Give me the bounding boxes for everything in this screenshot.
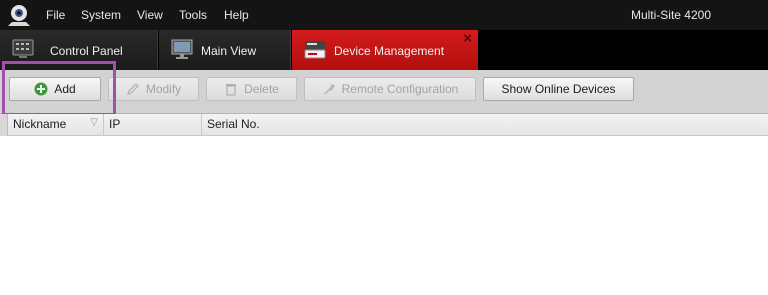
menu-help[interactable]: Help bbox=[224, 8, 249, 22]
control-panel-icon bbox=[12, 39, 34, 58]
delete-button[interactable]: Delete bbox=[206, 77, 297, 101]
menu-system[interactable]: System bbox=[81, 8, 121, 22]
tab-label: Device Management bbox=[334, 44, 445, 58]
add-button[interactable]: Add bbox=[9, 77, 101, 101]
add-icon bbox=[34, 82, 48, 96]
menu-tools[interactable]: Tools bbox=[179, 8, 207, 22]
webcam-logo-icon bbox=[8, 5, 30, 26]
tab-label: Main View bbox=[201, 44, 257, 58]
sort-icon: ▽ bbox=[90, 117, 98, 128]
remote-configuration-button[interactable]: Remote Configuration bbox=[304, 77, 476, 101]
column-serial-no[interactable]: Serial No. bbox=[202, 114, 768, 135]
tab-device-management[interactable]: Device Management × bbox=[292, 30, 478, 70]
modify-button-label: Modify bbox=[145, 82, 182, 96]
remote-configuration-label: Remote Configuration bbox=[341, 82, 459, 96]
column-nickname[interactable]: Nickname ▽ bbox=[8, 114, 104, 135]
wrench-icon bbox=[324, 84, 335, 95]
delete-button-label: Delete bbox=[244, 82, 279, 96]
menu-view[interactable]: View bbox=[137, 8, 163, 22]
add-button-label: Add bbox=[54, 82, 76, 96]
modify-button[interactable]: Modify bbox=[108, 77, 199, 101]
menu-bar: File System View Tools Help Multi-Site 4… bbox=[0, 0, 768, 30]
pencil-icon bbox=[126, 83, 139, 95]
monitor-icon bbox=[171, 39, 193, 59]
tab-main-view[interactable]: Main View bbox=[159, 30, 291, 70]
show-online-devices-button[interactable]: Show Online Devices bbox=[483, 77, 634, 101]
product-name: Multi-Site 4200 bbox=[630, 8, 711, 22]
column-ip[interactable]: IP bbox=[104, 114, 202, 135]
tab-label: Control Panel bbox=[50, 44, 123, 58]
device-management-icon bbox=[304, 41, 326, 59]
trash-icon bbox=[226, 84, 237, 96]
module-tab-bar: Control Panel Main View Device Managemen… bbox=[0, 30, 768, 70]
device-table-header: Nickname ▽ IP Serial No. bbox=[0, 114, 768, 136]
menu-file[interactable]: File bbox=[46, 8, 65, 22]
tab-control-panel[interactable]: Control Panel bbox=[0, 30, 158, 70]
device-table-body bbox=[0, 136, 768, 295]
show-online-devices-label: Show Online Devices bbox=[501, 82, 616, 96]
close-icon[interactable]: × bbox=[463, 31, 472, 46]
toolbar: Add Modify Delete Remote Configuration S… bbox=[0, 70, 768, 114]
